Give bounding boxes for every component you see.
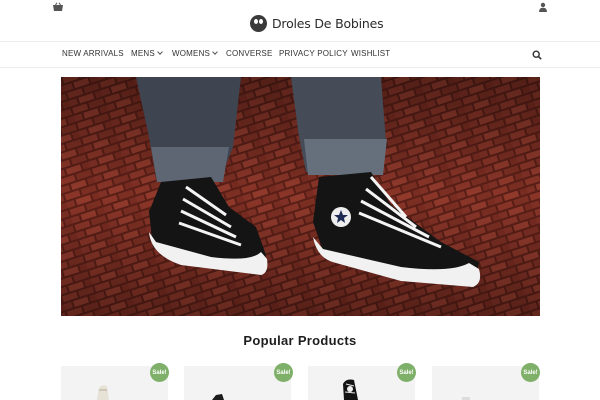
sale-badge: Sale! (274, 363, 293, 382)
logo-text: Droles De Bobines (272, 15, 384, 31)
nav-item-womens[interactable]: WOMENS (172, 49, 218, 58)
hero-illustration (61, 77, 540, 316)
sale-badge: Sale! (150, 363, 169, 382)
nav-item-label: NEW ARRIVALS (62, 49, 124, 58)
sale-badge: Sale! (521, 363, 540, 382)
nav-item-wishlist[interactable]: WISHLIST (351, 49, 390, 58)
nav-item-label: CONVERSE (226, 49, 273, 58)
shopping-basket-icon[interactable] (52, 2, 64, 12)
nav-item-label: WISHLIST (351, 49, 391, 58)
user-icon[interactable] (538, 2, 548, 12)
sale-badge: Sale! (397, 363, 416, 382)
main-navigation: NEW ARRIVALS MENS WOMENS CONVERSE PRIVAC… (0, 43, 600, 68)
nav-item-mens[interactable]: MENS (131, 49, 163, 58)
nav-item-privacy-policy[interactable]: PRIVACY POLICY (279, 49, 348, 58)
site-logo[interactable]: Droles De Bobines (250, 13, 384, 33)
nav-item-converse[interactable]: CONVERSE (226, 49, 273, 58)
top-bar: Droles De Bobines (0, 0, 600, 42)
hero-banner-image[interactable] (61, 77, 540, 316)
popular-products-title: Popular Products (243, 333, 357, 348)
nav-item-label: PRIVACY POLICY (279, 49, 348, 58)
nav-item-label: MENS (131, 49, 155, 58)
nav-item-label: WOMENS (172, 49, 211, 58)
chevron-down-icon (212, 49, 218, 55)
nav-item-new-arrivals[interactable]: NEW ARRIVALS (62, 49, 124, 58)
chevron-down-icon (157, 49, 163, 55)
search-icon[interactable] (532, 50, 542, 60)
logo-icon (250, 14, 267, 32)
